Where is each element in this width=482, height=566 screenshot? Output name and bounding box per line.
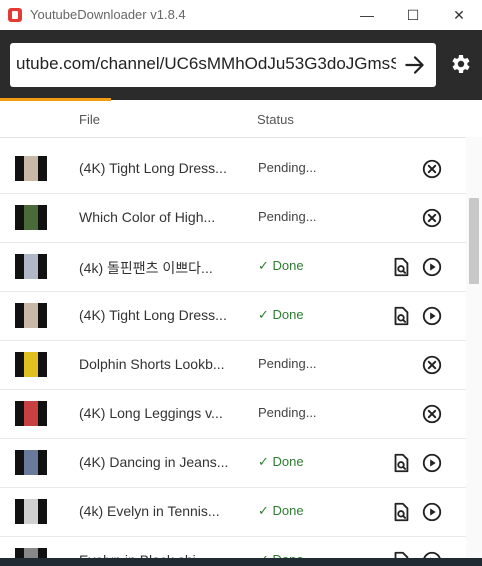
list-item[interactable]: (4k) 돌핀팬츠 이쁘다... ✓ Done (0, 243, 466, 292)
status-text: Pending... (258, 405, 317, 420)
cancel-icon[interactable] (421, 354, 443, 376)
file-name: (4k) Evelyn in Tennis... (79, 503, 220, 519)
list-item[interactable]: (4K) Tight Long Dress... ✓ Done (0, 292, 466, 341)
list-item[interactable]: (4K) Dancing in Jeans... ✓ Done (0, 439, 466, 488)
status-text: Pending... (258, 209, 317, 224)
file-name: (4K) Dancing in Jeans... (79, 454, 229, 470)
cancel-icon[interactable] (421, 207, 443, 229)
open-file-icon[interactable] (390, 256, 412, 278)
list-header: File Status (0, 101, 466, 138)
gear-icon[interactable] (448, 52, 472, 76)
minimize-button[interactable]: — (344, 0, 390, 30)
file-name: Dolphin Shorts Lookb... (79, 356, 225, 372)
file-name: (4K) Tight Long Dress... (79, 160, 227, 176)
status-text: ✓ Done (258, 258, 304, 273)
download-list: (4K) Tight Long Dress... Pending... Which … (0, 145, 466, 566)
play-icon[interactable] (421, 501, 443, 523)
window-title: YoutubeDownloader v1.8.4 (30, 7, 186, 22)
open-file-icon[interactable] (390, 452, 412, 474)
video-thumbnail (15, 156, 47, 181)
file-name: (4k) 돌핀팬츠 이쁘다... (79, 260, 213, 276)
open-file-icon[interactable] (390, 501, 412, 523)
video-thumbnail (15, 303, 47, 328)
play-icon[interactable] (421, 256, 443, 278)
file-name: Which Color of High... (79, 209, 216, 225)
column-status: Status (257, 112, 294, 127)
video-thumbnail (15, 205, 47, 230)
status-text: Pending... (258, 160, 317, 175)
play-icon[interactable] (421, 305, 443, 327)
play-icon[interactable] (421, 452, 443, 474)
video-thumbnail (15, 450, 47, 475)
maximize-button[interactable]: ☐ (390, 0, 436, 30)
list-item[interactable]: (4K) Long Leggings v... Pending... (0, 390, 466, 439)
status-text: Pending... (258, 356, 317, 371)
url-input[interactable]: utube.com/channel/UC6sMMhOdJu53G3doJGmsS… (10, 43, 436, 87)
app-icon (8, 8, 22, 22)
list-item[interactable]: Which Color of High... Pending... (0, 194, 466, 243)
video-thumbnail (15, 499, 47, 524)
close-button[interactable]: ✕ (436, 0, 482, 30)
status-text: ✓ Done (258, 503, 304, 518)
cancel-icon[interactable] (421, 403, 443, 425)
open-file-icon[interactable] (390, 305, 412, 327)
taskbar-strip (0, 558, 482, 566)
status-text: ✓ Done (258, 454, 304, 469)
arrow-right-icon[interactable] (402, 52, 428, 78)
file-name: (4K) Long Leggings v... (79, 405, 223, 421)
video-thumbnail (15, 254, 47, 279)
column-file: File (79, 112, 100, 127)
video-thumbnail (15, 401, 47, 426)
url-input-value[interactable]: utube.com/channel/UC6sMMhOdJu53G3doJGmsS… (16, 54, 396, 74)
list-item[interactable]: Dolphin Shorts Lookb... Pending... (0, 341, 466, 390)
list-item[interactable]: (4k) Evelyn in Tennis... ✓ Done (0, 488, 466, 537)
file-name: (4K) Tight Long Dress... (79, 307, 227, 323)
cancel-icon[interactable] (421, 158, 443, 180)
scrollbar-thumb[interactable] (469, 198, 479, 284)
title-bar: YoutubeDownloader v1.8.4 — ☐ ✕ (0, 0, 482, 30)
status-text: ✓ Done (258, 307, 304, 322)
toolbar: utube.com/channel/UC6sMMhOdJu53G3doJGmsS… (0, 30, 482, 100)
list-item[interactable]: (4K) Tight Long Dress... Pending... (0, 145, 466, 194)
video-thumbnail (15, 352, 47, 377)
